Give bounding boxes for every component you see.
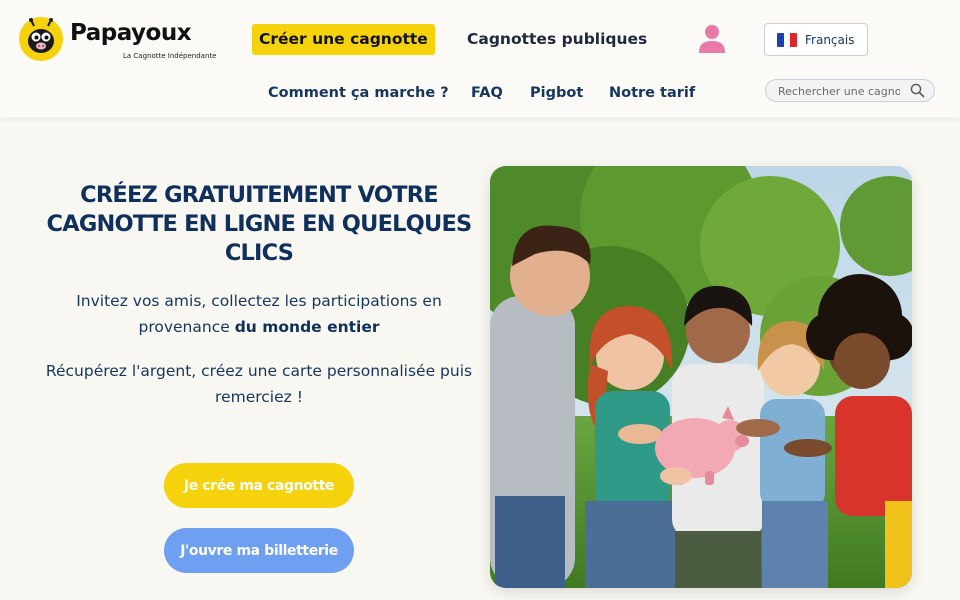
- site-header: Papayoux La Cagnotte Indépendante Créer …: [0, 0, 960, 117]
- user-icon[interactable]: [698, 24, 726, 54]
- search-icon[interactable]: [910, 83, 925, 98]
- how-it-works-link[interactable]: Comment ça marche ?: [268, 85, 449, 101]
- fr-flag-icon: [777, 32, 797, 47]
- pricing-link[interactable]: Notre tarif: [609, 85, 695, 101]
- papayoux-logo[interactable]: Papayoux La Cagnotte Indépendante: [18, 16, 218, 62]
- language-selector[interactable]: Français: [764, 23, 868, 56]
- language-label: Français: [805, 32, 855, 47]
- open-ticketing-button[interactable]: J'ouvre ma billetterie: [164, 528, 354, 573]
- search-input[interactable]: [778, 83, 900, 99]
- logo-tagline: La Cagnotte Indépendante: [123, 52, 217, 60]
- logo-wordmark: Papayoux: [70, 20, 192, 46]
- hero-paragraph-collect: Récupérez l'argent, créez une carte pers…: [45, 362, 473, 406]
- pigbot-link[interactable]: Pigbot: [530, 85, 583, 101]
- faq-link[interactable]: FAQ: [471, 85, 503, 101]
- hero-paragraph-invite: Invitez vos amis, collectez les particip…: [40, 288, 478, 340]
- hero-title: CRÉEZ GRATUITEMENT VOTRE CAGNOTTE EN LIG…: [46, 182, 473, 266]
- friends-piggy-bank-image: [490, 166, 912, 588]
- create-fund-button[interactable]: Je crée ma cagnotte: [164, 463, 354, 508]
- hero-photo: [490, 166, 912, 588]
- bee-logo-icon: [19, 17, 63, 61]
- search-box: [765, 79, 935, 102]
- public-funds-nav-link[interactable]: Cagnottes publiques: [467, 30, 647, 48]
- hero-invite-highlight: du monde entier: [234, 318, 380, 336]
- create-fund-nav-button[interactable]: Créer une cagnotte: [252, 24, 435, 55]
